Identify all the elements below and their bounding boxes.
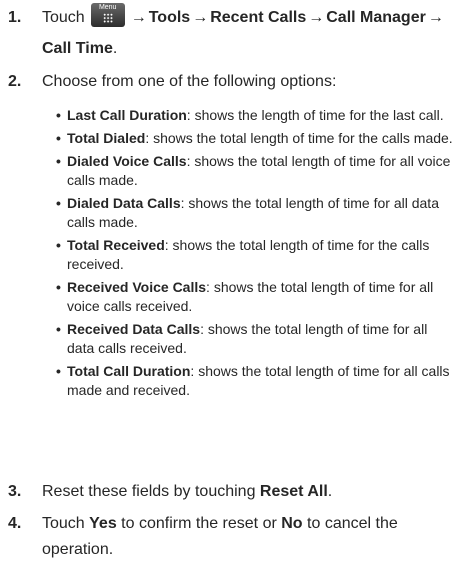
no-label: No xyxy=(281,515,303,532)
yes-label: Yes xyxy=(89,515,117,532)
step-4-text: Touch Yes to confirm the reset or No to … xyxy=(42,515,398,558)
arrow-icon: → xyxy=(130,9,147,26)
step-3-text: Reset these fields by touching Reset All… xyxy=(42,483,333,500)
list-item: • Last Call Duration: shows the length of… xyxy=(56,107,444,123)
step-number: 3. xyxy=(8,483,22,500)
list-item: • Total Call Duration: shows the total le… xyxy=(56,363,450,398)
step-4: 4. Touch Yes to confirm the reset or No … xyxy=(0,514,475,562)
list-item: • Dialed Data Calls: shows the total leng… xyxy=(56,195,439,230)
path-recent-calls: Recent Calls xyxy=(210,9,307,26)
list-item: • Received Voice Calls: shows the total l… xyxy=(56,279,434,314)
path-tools: Tools xyxy=(148,9,191,26)
step-1-text: Touch Menu → Tools → Recent Calls → Call Manage… xyxy=(42,3,444,57)
step-number: 4. xyxy=(8,515,22,532)
step-1: 1. Touch Menu → Tools → Recent Calls → Call Man… xyxy=(0,3,475,68)
arrow-icon: → xyxy=(427,9,444,26)
step-3: 3. Reset these fields by touching Reset … xyxy=(0,482,475,506)
path-call-manager: Call Manager xyxy=(326,9,426,26)
reset-all-label: Reset All xyxy=(259,483,328,500)
options-list: • Last Call Duration: shows the length of… xyxy=(56,106,453,404)
step-2: 2. Choose from one of the following opti… xyxy=(0,72,475,458)
list-item: • Total Received: shows the total length … xyxy=(56,237,430,272)
path-call-time: Call Time xyxy=(42,40,113,57)
manual-page: 1. Touch Menu → Tools → Recent Calls → Call Man… xyxy=(0,0,475,562)
step-number: 2. xyxy=(8,73,22,90)
arrow-icon: → xyxy=(308,9,325,26)
list-item: • Dialed Voice Calls: shows the total len… xyxy=(56,153,451,188)
arrow-icon: → xyxy=(192,9,209,26)
menu-icon: Menu xyxy=(90,3,125,27)
step-number: 1. xyxy=(8,9,22,26)
step-2-text: Choose from one of the following options… xyxy=(42,73,337,90)
list-item: • Total Dialed: shows the total length of… xyxy=(56,130,453,146)
step-1-prefix: Touch xyxy=(42,9,85,26)
list-item: • Received Data Calls: shows the total le… xyxy=(56,321,428,356)
